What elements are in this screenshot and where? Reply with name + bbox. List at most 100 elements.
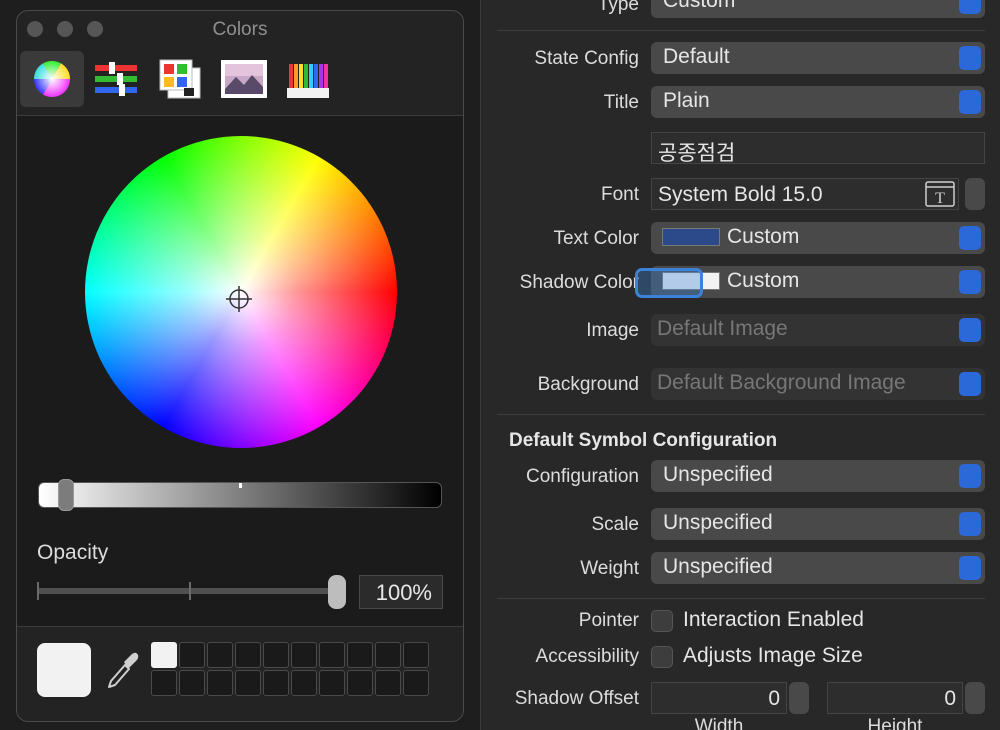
image-palettes-tab-icon <box>221 60 267 98</box>
chevron-updown-icon <box>959 90 981 114</box>
color-wheel-tab[interactable] <box>20 51 84 107</box>
image-combo[interactable]: Default Image <box>651 314 985 346</box>
color-swatch[interactable] <box>291 642 317 668</box>
background-combo[interactable]: Default Background Image <box>651 368 985 400</box>
color-swatch[interactable] <box>375 670 401 696</box>
color-swatch[interactable] <box>235 642 261 668</box>
state-config-popup[interactable]: Default <box>651 42 985 74</box>
chevron-updown-icon <box>959 0 981 14</box>
color-swatch[interactable] <box>179 670 205 696</box>
title-value: Plain <box>663 89 710 112</box>
color-palettes-tab[interactable] <box>148 51 212 107</box>
title-text-field[interactable]: 공종점검 <box>651 132 985 165</box>
shadow-offset-height-field[interactable]: 0 <box>827 682 963 714</box>
brightness-slider[interactable] <box>38 479 442 511</box>
shadow-color-value: Custom <box>727 269 800 292</box>
color-swatch[interactable] <box>319 670 345 696</box>
title-label: Title <box>603 92 639 113</box>
color-swatch[interactable] <box>151 642 177 668</box>
type-value: Custom <box>663 0 736 12</box>
svg-text:T: T <box>935 190 945 207</box>
opacity-tick <box>37 582 39 600</box>
symbol-section-title: Default Symbol Configuration <box>509 430 778 451</box>
section-divider <box>497 414 985 415</box>
weight-value: Unspecified <box>663 555 773 578</box>
configuration-popup[interactable]: Unspecified <box>651 460 985 492</box>
text-color-popup[interactable]: Custom <box>651 222 985 254</box>
color-swatch[interactable] <box>235 670 261 696</box>
brightness-tick <box>239 483 242 488</box>
configuration-value: Unspecified <box>663 463 773 486</box>
chevron-updown-icon <box>959 270 981 294</box>
color-swatch[interactable] <box>375 642 401 668</box>
colors-panel: Colors Opacity 100% <box>16 10 464 722</box>
color-swatch[interactable] <box>263 670 289 696</box>
color-sliders-tab[interactable] <box>84 51 148 107</box>
weight-popup[interactable]: Unspecified <box>651 552 985 584</box>
font-size-stepper[interactable] <box>965 178 985 210</box>
scale-popup[interactable]: Unspecified <box>651 508 985 540</box>
color-swatch[interactable] <box>403 642 429 668</box>
color-swatch[interactable] <box>291 670 317 696</box>
color-swatch[interactable] <box>263 642 289 668</box>
color-swatch[interactable] <box>347 642 373 668</box>
adjusts-image-size-label[interactable]: Adjusts Image Size <box>683 644 863 668</box>
configuration-label: Configuration <box>525 466 639 487</box>
color-mode-toolbar <box>17 47 463 115</box>
font-label: Font <box>600 184 639 205</box>
text-color-swatch <box>662 228 720 246</box>
swatch-divider <box>17 626 463 627</box>
state-config-value: Default <box>663 45 730 68</box>
font-value: System Bold 15.0 <box>658 183 823 206</box>
text-color-label: Text Color <box>553 228 639 249</box>
shadow-offset-width-field[interactable]: 0 <box>651 682 787 714</box>
color-swatch[interactable] <box>207 670 233 696</box>
color-swatch[interactable] <box>403 670 429 696</box>
eyedropper-icon[interactable] <box>105 651 139 691</box>
shadow-offset-label: Shadow Offset <box>514 688 639 709</box>
shadow-offset-height-stepper[interactable] <box>965 682 985 714</box>
interaction-enabled-label[interactable]: Interaction Enabled <box>683 608 864 632</box>
color-swatch[interactable] <box>347 670 373 696</box>
pencils-tab[interactable] <box>276 51 340 107</box>
adjusts-image-size-checkbox[interactable] <box>651 646 673 668</box>
opacity-tick <box>189 582 191 600</box>
text-color-value: Custom <box>727 225 800 248</box>
font-picker-icon[interactable]: T <box>925 181 955 207</box>
image-palettes-tab[interactable] <box>212 51 276 107</box>
color-swatch[interactable] <box>151 670 177 696</box>
shadow-offset-width-stepper[interactable] <box>789 682 809 714</box>
chevron-updown-icon <box>959 556 981 580</box>
color-wheel-view: Opacity 100% <box>17 116 463 626</box>
color-swatch[interactable] <box>179 642 205 668</box>
chevron-updown-icon <box>959 46 981 70</box>
background-label: Background <box>537 374 639 395</box>
image-placeholder: Default Image <box>657 317 788 340</box>
color-swatch-grid <box>151 642 431 698</box>
opacity-field[interactable]: 100% <box>359 575 443 609</box>
opacity-label: Opacity <box>37 541 109 564</box>
brightness-slider-knob[interactable] <box>58 479 74 511</box>
type-popup[interactable]: Custom <box>651 0 985 18</box>
interaction-enabled-checkbox[interactable] <box>651 610 673 632</box>
opacity-slider-knob[interactable] <box>328 575 346 609</box>
color-swatch[interactable] <box>207 642 233 668</box>
background-placeholder: Default Background Image <box>657 371 906 394</box>
section-divider <box>497 598 985 599</box>
color-sliders-tab-icon <box>95 62 137 96</box>
section-divider <box>497 30 985 31</box>
current-color-well[interactable] <box>37 643 91 697</box>
chevron-updown-icon <box>959 464 981 488</box>
opacity-slider[interactable] <box>37 582 337 600</box>
color-palettes-tab-icon <box>159 59 201 99</box>
shadow-color-focus-ring <box>635 268 703 298</box>
panel-titlebar[interactable]: Colors <box>17 11 463 47</box>
crosshair-icon[interactable] <box>226 286 252 312</box>
color-swatch[interactable] <box>319 642 345 668</box>
title-popup[interactable]: Plain <box>651 86 985 118</box>
image-label: Image <box>586 320 639 341</box>
font-field[interactable]: System Bold 15.0 <box>651 178 959 210</box>
color-wheel-tab-icon <box>33 60 70 98</box>
attributes-inspector: Type Custom State Config Default Title P… <box>480 0 1000 730</box>
chevron-down-icon <box>959 372 981 396</box>
